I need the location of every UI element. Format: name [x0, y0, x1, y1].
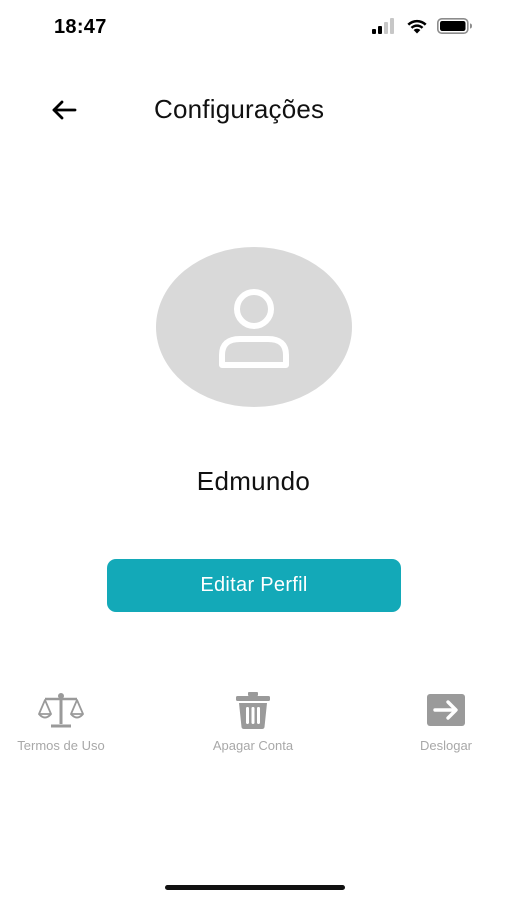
terms-of-use-button[interactable]: Termos de Uso — [0, 688, 126, 753]
profile-name: Edmundo — [196, 466, 311, 496]
logout-label: Deslogar — [419, 738, 473, 753]
delete-account-button[interactable]: Apagar Conta — [188, 688, 318, 753]
status-bar: 18:47 — [0, 0, 507, 56]
user-icon — [219, 289, 289, 368]
actions-row: Termos de Uso Apagar Conta Deslogar — [0, 688, 507, 768]
scale-icon — [38, 693, 84, 728]
home-indicator[interactable] — [165, 885, 345, 890]
wifi-icon — [407, 19, 427, 34]
edit-profile-button[interactable]: Editar Perfil — [107, 559, 401, 612]
avatar[interactable] — [156, 247, 352, 407]
terms-of-use-label: Termos de Uso — [17, 738, 105, 753]
back-button[interactable] — [44, 92, 84, 128]
header: Configurações — [0, 80, 507, 140]
page-title: Configurações — [154, 94, 325, 124]
signal-icon — [372, 18, 394, 34]
status-time: 18:47 — [54, 16, 107, 38]
trash-icon — [236, 692, 270, 729]
logout-arrow-icon — [427, 694, 465, 726]
delete-account-label: Apagar Conta — [212, 738, 294, 753]
arrow-left-icon — [52, 100, 77, 120]
battery-icon — [437, 18, 472, 34]
status-icons — [371, 18, 473, 34]
logout-button[interactable]: Deslogar — [381, 688, 507, 753]
